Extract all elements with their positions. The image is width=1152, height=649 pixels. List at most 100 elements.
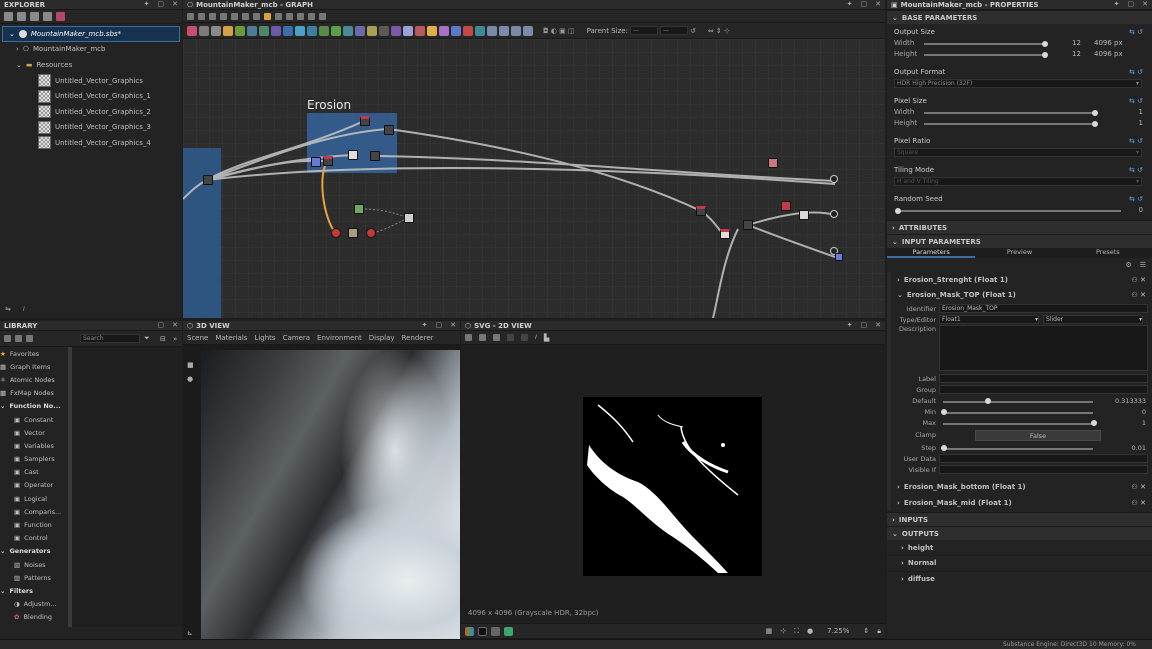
resources-folder[interactable]: ⌄ ▬ Resources: [0, 57, 182, 73]
library-search-input[interactable]: Search: [80, 334, 140, 343]
generator-item[interactable]: ▧ Noises: [0, 558, 67, 571]
import-icon[interactable]: [30, 12, 39, 21]
node-ao-icon[interactable]: [343, 25, 353, 36]
category-generators[interactable]: ⌄ Generators: [0, 545, 67, 558]
pin-icon[interactable]: ✦: [847, 321, 853, 329]
copy-icon[interactable]: [465, 334, 472, 341]
filter-icon[interactable]: ⏷: [144, 334, 150, 343]
menu-display[interactable]: Display: [369, 334, 395, 342]
center-icon[interactable]: [308, 12, 315, 20]
visible-if-input[interactable]: [939, 465, 1148, 475]
min-slider[interactable]: Min 0: [893, 406, 1148, 417]
output-height-slider[interactable]: Height 12 4096 px: [894, 48, 1145, 59]
tab-presets[interactable]: Presets: [1064, 248, 1152, 258]
zoom-value[interactable]: 7.25%: [827, 627, 849, 635]
new-graph-icon[interactable]: [17, 12, 26, 21]
pixel-width-slider[interactable]: Width 1: [894, 106, 1145, 117]
user-icon[interactable]: ⚇: [1131, 483, 1137, 491]
menu-camera[interactable]: Camera: [283, 334, 310, 342]
split-icon[interactable]: [275, 12, 282, 20]
graph-node[interactable]: [743, 220, 753, 230]
delete-icon[interactable]: ✕: [1140, 276, 1146, 284]
output-format-select[interactable]: HDR High Precision (32F) ▾: [894, 79, 1142, 88]
channel-icon[interactable]: [521, 334, 528, 341]
user-icon[interactable]: ⚇: [1131, 291, 1137, 299]
lock-icon[interactable]: 🔒︎: [877, 627, 881, 636]
float-icon[interactable]: ▢: [861, 0, 868, 8]
node-graph-icon[interactable]: [523, 25, 533, 36]
graph-node[interactable]: [311, 157, 321, 167]
identifier-input[interactable]: Erosion_Mask_TOP: [939, 304, 1148, 314]
function-item[interactable]: ▣ Function: [0, 518, 67, 531]
param-erosion-mask-top[interactable]: ⌄ Erosion_Mask_TOP (Float 1) ⚇ ✕: [891, 288, 1152, 304]
alpha-icon[interactable]: [478, 626, 487, 636]
node-output-icon[interactable]: [451, 25, 461, 36]
node-normal-icon[interactable]: [331, 25, 341, 36]
graph-node[interactable]: [366, 228, 376, 238]
function-item[interactable]: ▣ Operator: [0, 479, 67, 492]
tab-preview[interactable]: Preview: [975, 248, 1063, 258]
node-hsl-icon[interactable]: [367, 25, 377, 36]
fit-icon[interactable]: ⛶: [794, 627, 799, 636]
output-width-slider[interactable]: Width 12 4096 px: [894, 37, 1145, 48]
nodes-icon[interactable]: ⊹: [724, 27, 730, 35]
color-icon[interactable]: [465, 626, 474, 636]
rgb-icon[interactable]: [507, 334, 514, 341]
chevron-down-icon[interactable]: ⌄: [16, 61, 22, 69]
step-slider[interactable]: Step 0.01: [893, 442, 1148, 453]
function-item[interactable]: ▣ Constant: [0, 413, 67, 426]
dots-icon[interactable]: [264, 12, 271, 20]
resource-item[interactable]: Untitled_Vector_Graphics_4: [0, 135, 182, 151]
node-bitmap-icon[interactable]: [199, 25, 209, 36]
graph-node[interactable]: [384, 125, 394, 135]
input-parameters-section[interactable]: ⌄ INPUT PARAMETERS: [887, 234, 1152, 248]
new-package-icon[interactable]: [4, 12, 13, 21]
node-text-icon[interactable]: [223, 25, 233, 36]
graph-item[interactable]: › ⎔ MountainMaker_mcb: [0, 42, 182, 58]
filter-item[interactable]: ✿ Blending: [0, 611, 67, 624]
node-levels-icon[interactable]: [259, 25, 269, 36]
node-curve-icon[interactable]: [355, 25, 365, 36]
node-warp-icon[interactable]: [295, 25, 305, 36]
info-icon[interactable]: 𝑖: [535, 333, 537, 342]
preview-2d[interactable]: [583, 397, 762, 576]
menu-environment[interactable]: Environment: [317, 334, 362, 342]
group-input[interactable]: [939, 385, 1148, 395]
chevron-right-icon[interactable]: ›: [16, 45, 19, 53]
description-textarea[interactable]: [939, 325, 1148, 372]
default-slider[interactable]: Default 0.313333: [893, 395, 1148, 406]
resource-item[interactable]: Untitled_Vector_Graphics: [0, 73, 182, 89]
node-frame-icon[interactable]: [487, 25, 497, 36]
grid-icon[interactable]: ▦: [766, 627, 773, 635]
node-comment-icon[interactable]: [499, 25, 509, 36]
random-seed-slider[interactable]: 0: [894, 204, 1145, 215]
publish-icon[interactable]: [56, 12, 65, 21]
editor-select[interactable]: Slider ▾: [1043, 315, 1143, 325]
axis-icon[interactable]: ⊾: [187, 629, 193, 637]
function-item[interactable]: ▣ Control: [0, 532, 67, 545]
menu-materials[interactable]: Materials: [215, 334, 247, 342]
pin-icon[interactable]: ✦: [144, 0, 150, 8]
graph-node[interactable]: [799, 210, 809, 220]
refresh-icon[interactable]: [286, 12, 293, 20]
inputs-section[interactable]: › INPUTS: [887, 512, 1152, 527]
graph-node[interactable]: [360, 116, 370, 126]
arrows-icon[interactable]: ⇔: [708, 27, 714, 35]
search-icon[interactable]: [231, 12, 238, 20]
close-icon[interactable]: ✕: [172, 321, 178, 329]
light-icon[interactable]: ●: [187, 375, 194, 383]
node-input-icon[interactable]: [427, 25, 437, 36]
menu-lights[interactable]: Lights: [254, 334, 275, 342]
function-item[interactable]: ▣ Cast: [0, 466, 67, 479]
param-erosion-mask-mid[interactable]: › Erosion_Mask_mid (Float 1) ⚇ ✕: [891, 495, 1152, 511]
function-item[interactable]: ▣ Samplers: [0, 453, 67, 466]
output-diffuse[interactable]: › diffuse: [887, 572, 1152, 588]
output-node[interactable]: [830, 210, 838, 218]
node-fxmap-icon[interactable]: [403, 25, 413, 36]
delete-icon[interactable]: ✕: [1140, 291, 1146, 299]
menu-renderer[interactable]: Renderer: [402, 334, 434, 342]
float-icon[interactable]: ▢: [158, 321, 165, 329]
resource-item[interactable]: Untitled_Vector_Graphics_3: [0, 120, 182, 136]
node-gray-icon[interactable]: [475, 25, 485, 36]
node-svg-icon[interactable]: [211, 25, 221, 36]
